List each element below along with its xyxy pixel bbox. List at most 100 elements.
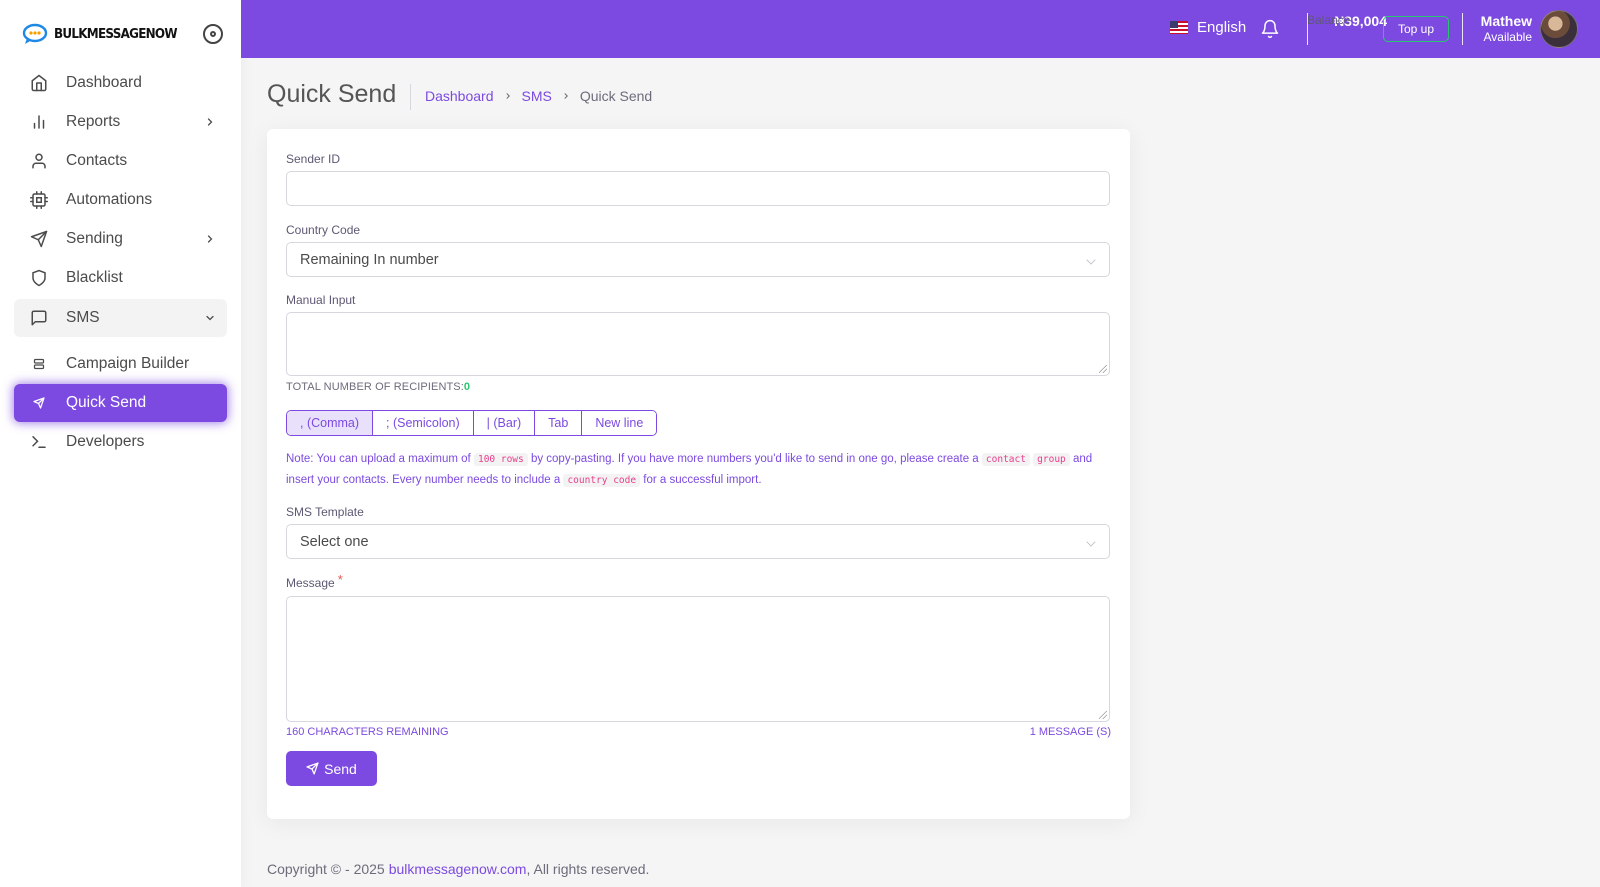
country-code-select[interactable]: Remaining In number: [286, 242, 1110, 277]
sender-id-label: Sender ID: [286, 152, 341, 166]
user-icon: [28, 150, 50, 172]
note-code: 100 rows: [473, 453, 528, 466]
sidebar: BULKMESSAGENOW Dashboard Reports Contact…: [0, 0, 241, 887]
message-label-text: Message: [286, 576, 335, 590]
sidebar-item-label: Automations: [66, 191, 153, 208]
sidebar-item-campaign-builder[interactable]: Campaign Builder: [14, 345, 227, 383]
sidebar-item-blacklist[interactable]: Blacklist: [14, 259, 227, 297]
shield-icon: [28, 267, 50, 289]
chevron-right-icon: [203, 115, 217, 129]
sidebar-item-label: Contacts: [66, 152, 128, 169]
separator-tab-button[interactable]: Tab: [535, 411, 583, 435]
sidebar-item-label: Reports: [66, 113, 121, 130]
send-button[interactable]: Send: [286, 751, 377, 786]
copyright-text: Copyright © - 2025: [267, 861, 385, 877]
language-selector[interactable]: English: [1170, 19, 1246, 36]
send-icon: [28, 228, 50, 250]
message-square-icon: [28, 307, 50, 329]
separator-comma-button[interactable]: , (Comma): [287, 411, 374, 435]
required-mark: *: [337, 572, 343, 587]
recipients-label: TOTAL NUMBER OF RECIPIENTS:: [286, 381, 464, 393]
note-code: group: [1033, 453, 1070, 466]
message-textarea[interactable]: [286, 596, 1110, 722]
divider: [410, 84, 411, 110]
resize-handle-icon[interactable]: [1099, 711, 1107, 719]
avatar[interactable]: [1540, 10, 1578, 48]
message-count: 1 MESSAGE (S): [1029, 726, 1111, 738]
recipients-count-value: 0: [463, 381, 471, 393]
sidebar-item-label: Sending: [66, 230, 123, 247]
note-text: by copy-pasting. If you have more number…: [530, 453, 979, 465]
brand-logo[interactable]: BULKMESSAGENOW: [22, 22, 187, 46]
note-code: country code: [563, 474, 641, 487]
sender-id-input[interactable]: [286, 171, 1110, 206]
server-icon: [28, 353, 50, 375]
language-label: English: [1197, 19, 1247, 36]
user-name: Mathew: [1480, 13, 1532, 29]
country-code-label: Country Code: [286, 223, 361, 237]
top-navbar: English Balance ₦39,004 Top up Mathew Av…: [241, 0, 1600, 58]
manual-input-label: Manual Input: [286, 293, 356, 307]
sms-template-select[interactable]: Select one: [286, 524, 1110, 559]
send-icon: [28, 392, 50, 414]
chevron-down-icon: [1086, 537, 1096, 547]
characters-remaining: 160 CHARACTERS REMAINING: [286, 726, 449, 738]
sidebar-item-label: Dashboard: [66, 74, 142, 91]
sidebar-item-sms[interactable]: SMS: [14, 299, 227, 337]
sidebar-item-dashboard[interactable]: Dashboard: [14, 64, 227, 102]
cpu-icon: [28, 189, 50, 211]
resize-handle-icon[interactable]: [1099, 365, 1107, 373]
footer: Copyright © - 2025 bulkmessagenow.com, Al…: [267, 861, 649, 877]
sms-template-value: Select one: [300, 533, 369, 550]
us-flag-icon: [1170, 21, 1188, 34]
sidebar-item-sending[interactable]: Sending: [14, 220, 227, 258]
sms-template-label: SMS Template: [286, 505, 364, 519]
sidebar-item-reports[interactable]: Reports: [14, 103, 227, 141]
recipients-count: TOTAL NUMBER OF RECIPIENTS:0: [286, 381, 470, 393]
user-status: Available: [1483, 30, 1532, 44]
footer-site-link[interactable]: bulkmessagenow.com: [389, 861, 527, 877]
balance-label: Balance: [1307, 13, 1351, 27]
message-label: Message *: [286, 572, 343, 590]
sidebar-item-automations[interactable]: Automations: [14, 181, 227, 219]
sidebar-item-developers[interactable]: Developers: [14, 423, 227, 461]
breadcrumb-link-sms[interactable]: SMS: [522, 88, 552, 104]
note-code: contact: [981, 453, 1030, 466]
breadcrumb-link-dashboard[interactable]: Dashboard: [425, 88, 494, 104]
note-text: for a successful import.: [643, 474, 762, 486]
country-code-value: Remaining In number: [300, 251, 439, 268]
separator-newline-button[interactable]: New line: [582, 411, 657, 435]
sidebar-item-label: SMS: [66, 309, 100, 326]
rights-text: , All rights reserved.: [526, 861, 650, 877]
sidebar-item-label: Quick Send: [66, 394, 147, 411]
manual-input-textarea[interactable]: [286, 312, 1110, 376]
bar-chart-icon: [28, 111, 50, 133]
chevron-down-icon: [203, 311, 217, 325]
separator-semicolon-button[interactable]: ; (Semicolon): [373, 411, 474, 435]
topup-button[interactable]: Top up: [1383, 16, 1449, 42]
send-button-label: Send: [324, 760, 357, 777]
chevron-right-icon: [561, 89, 571, 104]
separator-button-group: , (Comma) ; (Semicolon) | (Bar) Tab New …: [286, 410, 658, 436]
terminal-icon: [28, 431, 50, 453]
brand-name: BULKMESSAGENOW: [54, 26, 178, 42]
home-icon: [28, 72, 50, 94]
sidebar-item-quick-send[interactable]: Quick Send: [14, 384, 227, 422]
user-menu[interactable]: Mathew Available: [1462, 13, 1532, 45]
sidebar-collapse-toggle-icon[interactable]: [203, 24, 223, 44]
sidebar-item-label: Campaign Builder: [66, 355, 190, 372]
sidebar-item-label: Developers: [66, 433, 145, 450]
chevron-down-icon: [1086, 255, 1096, 265]
quick-send-form-card: Sender ID Country Code Remaining In numb…: [267, 129, 1130, 819]
separator-bar-button[interactable]: | (Bar): [473, 411, 536, 435]
sidebar-item-label: Blacklist: [66, 269, 123, 286]
note-text: Note: You can upload a maximum of: [286, 453, 471, 465]
breadcrumb-current: Quick Send: [579, 88, 653, 104]
chevron-right-icon: [503, 89, 513, 104]
sidebar-item-contacts[interactable]: Contacts: [14, 142, 227, 180]
breadcrumb: Dashboard SMS Quick Send: [425, 88, 652, 104]
send-icon: [306, 762, 319, 775]
upload-note: Note: You can upload a maximum of 100 ro…: [286, 449, 1110, 491]
page-title: Quick Send: [267, 80, 397, 108]
bell-icon[interactable]: [1260, 18, 1282, 40]
